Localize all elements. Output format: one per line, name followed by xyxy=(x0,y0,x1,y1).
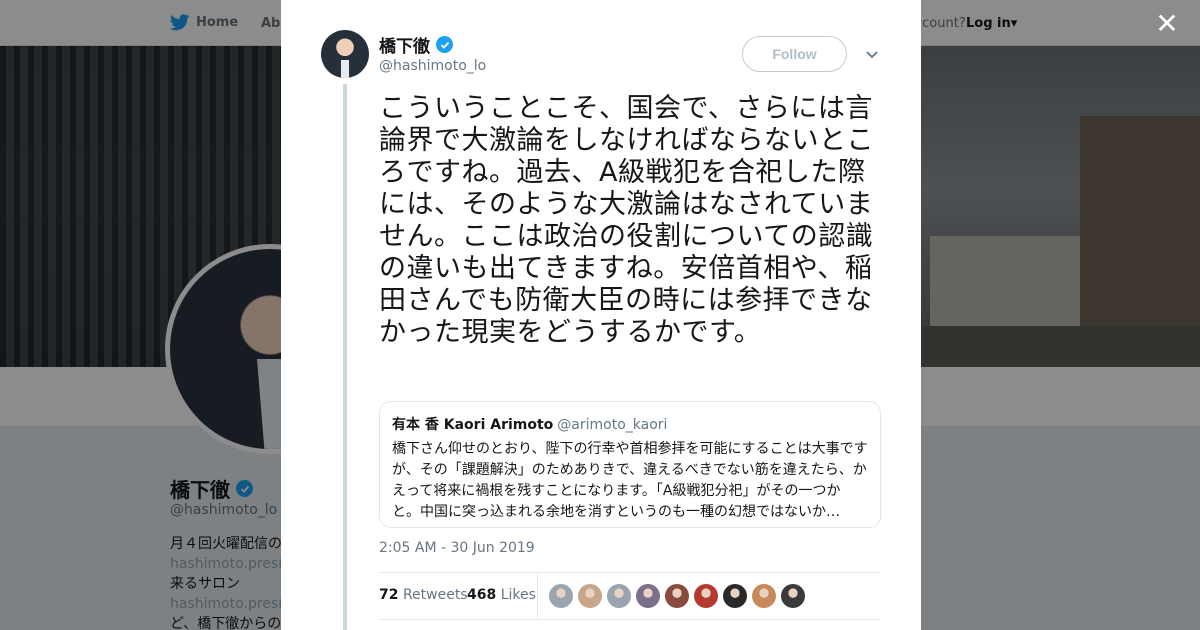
liker-avatar[interactable] xyxy=(665,584,689,608)
liker-avatars xyxy=(549,584,805,608)
liker-avatar[interactable] xyxy=(636,584,660,608)
liker-avatar[interactable] xyxy=(781,584,805,608)
likes-stat[interactable]: 468 Likes xyxy=(467,587,536,603)
liker-avatar[interactable] xyxy=(578,584,602,608)
tweet-text: こういうことこそ、国会で、さらには言論界で大激論をしなければならないところですね… xyxy=(379,93,874,348)
liker-avatar[interactable] xyxy=(607,584,631,608)
tweet-timestamp[interactable]: 2:05 AM - 30 Jun 2019 xyxy=(379,540,535,556)
quoted-tweet-header: 有本 香 Kaori Arimoto @arimoto_kaori xyxy=(392,414,868,434)
verified-badge-icon xyxy=(436,36,453,53)
stats-divider xyxy=(537,573,538,620)
quoted-tweet[interactable]: 有本 香 Kaori Arimoto @arimoto_kaori 橋下さん仰せの… xyxy=(379,401,881,528)
quoted-author-name: 有本 香 Kaori Arimoto xyxy=(392,417,554,433)
retweets-stat[interactable]: 72 Retweets xyxy=(379,587,468,603)
likes-label: Likes xyxy=(500,587,536,603)
liker-avatar[interactable] xyxy=(752,584,776,608)
tweet-stats: 72 Retweets 468 Likes xyxy=(379,572,881,620)
tweet-modal: 橋下徹 @hashimoto_lo Follow こういうことこそ、国会で、さら… xyxy=(281,0,921,630)
follow-button[interactable]: Follow xyxy=(742,36,847,72)
quoted-tweet-text: 橋下さん仰せのとおり、陛下の行幸や首相参拝を可能にすることは大事ですが、その「課… xyxy=(392,441,868,520)
retweets-count: 72 xyxy=(379,587,399,603)
thread-line xyxy=(343,84,347,630)
chevron-down-icon[interactable] xyxy=(864,44,880,64)
author-avatar[interactable] xyxy=(321,30,369,78)
avatar-shirt xyxy=(341,60,349,78)
author-handle[interactable]: @hashimoto_lo xyxy=(379,58,486,74)
liker-avatar[interactable] xyxy=(549,584,573,608)
author-name[interactable]: 橋下徹 xyxy=(379,32,453,57)
likes-count: 468 xyxy=(467,587,497,603)
liker-avatar[interactable] xyxy=(723,584,747,608)
close-icon[interactable]: ✕ xyxy=(1155,10,1179,38)
liker-avatar[interactable] xyxy=(694,584,718,608)
quoted-author-handle: @arimoto_kaori xyxy=(557,417,668,433)
author-name-text: 橋下徹 xyxy=(379,37,430,57)
retweets-label: Retweets xyxy=(402,587,468,603)
